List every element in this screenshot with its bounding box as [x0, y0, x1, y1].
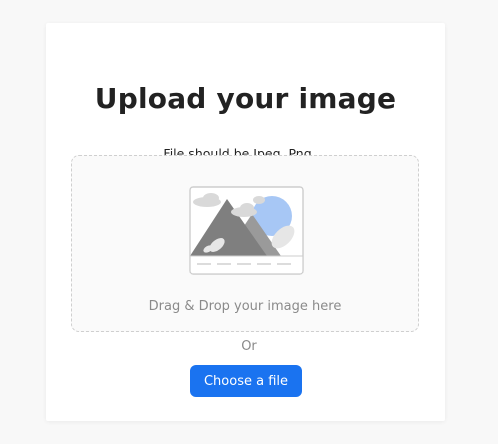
choose-file-button[interactable]: Choose a file: [190, 365, 302, 397]
drop-instructions: Drag & Drop your image here: [148, 299, 342, 314]
page-title: Upload your image: [94, 82, 397, 115]
drop-zone[interactable]: Drag & Drop your image here: [71, 155, 419, 332]
image-placeholder-icon: [189, 186, 304, 275]
or-divider: Or: [241, 339, 257, 354]
